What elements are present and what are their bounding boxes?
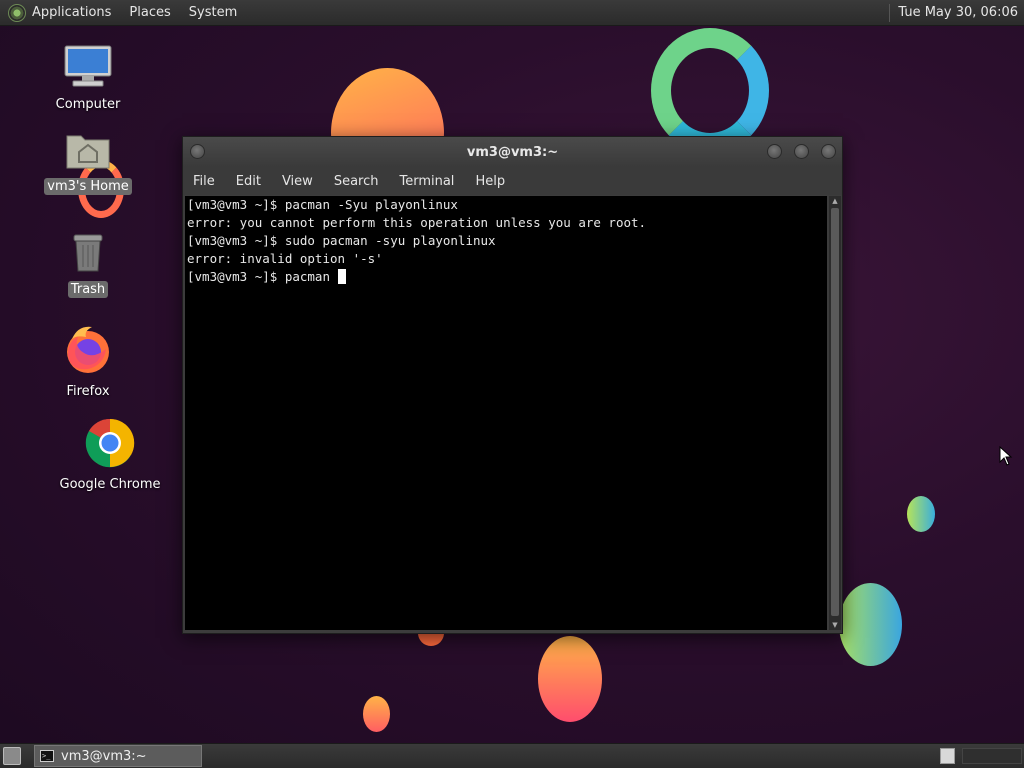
taskbar-window-button[interactable]: >_ vm3@vm3:~ bbox=[34, 745, 202, 767]
terminal-menubar: File Edit View Search Terminal Help bbox=[183, 167, 842, 195]
terminal-output[interactable]: [vm3@vm3 ~]$ pacman -Syu playonlinux err… bbox=[185, 196, 827, 630]
clock[interactable]: Tue May 30, 06:06 bbox=[881, 0, 1024, 25]
terminal-scrollbar[interactable]: ▲ ▼ bbox=[829, 196, 841, 630]
workspace-1-button[interactable] bbox=[940, 748, 955, 764]
mouse-pointer-icon bbox=[999, 446, 1013, 466]
desktop-icon-chrome[interactable]: Google Chrome bbox=[50, 418, 170, 493]
desktop-icon-trash[interactable]: Trash bbox=[28, 229, 148, 298]
desktop-icon-label: Computer bbox=[55, 97, 121, 112]
chrome-icon bbox=[50, 418, 170, 472]
distro-logo-icon[interactable] bbox=[8, 3, 26, 22]
desktop-icon-home[interactable]: vm3's Home bbox=[28, 130, 148, 195]
scroll-up-arrow-icon[interactable]: ▲ bbox=[829, 196, 841, 206]
terminal-window[interactable]: vm3@vm3:~ File Edit View Search Terminal… bbox=[182, 136, 843, 634]
terminal-line: error: you cannot perform this operation… bbox=[187, 215, 647, 230]
desktop-icon-firefox[interactable]: Firefox bbox=[28, 325, 148, 400]
window-title: vm3@vm3:~ bbox=[466, 145, 559, 160]
top-panel: Applications Places System Tue May 30, 0… bbox=[0, 0, 1024, 26]
menu-terminal[interactable]: Terminal bbox=[399, 174, 454, 189]
terminal-line: [vm3@vm3 ~]$ pacman -Syu playonlinux bbox=[187, 197, 458, 212]
scroll-down-arrow-icon[interactable]: ▼ bbox=[829, 620, 841, 630]
terminal-line: error: invalid option '-s' bbox=[187, 251, 383, 266]
text-cursor bbox=[337, 269, 346, 284]
wallpaper-rainbow-ring bbox=[651, 28, 769, 153]
system-menu[interactable]: System bbox=[189, 5, 237, 20]
menu-view[interactable]: View bbox=[282, 174, 313, 189]
wallpaper-teal-blob bbox=[907, 496, 935, 532]
menu-edit[interactable]: Edit bbox=[236, 174, 261, 189]
close-button[interactable] bbox=[821, 144, 836, 159]
places-menu[interactable]: Places bbox=[129, 5, 170, 20]
taskbar-window-label: vm3@vm3:~ bbox=[61, 748, 147, 764]
computer-icon bbox=[28, 44, 148, 92]
menu-file[interactable]: File bbox=[193, 174, 215, 189]
desktop-icon-computer[interactable]: Computer bbox=[28, 44, 148, 113]
clock-text: Tue May 30, 06:06 bbox=[898, 5, 1018, 20]
workspace-2-button[interactable] bbox=[962, 748, 1022, 764]
window-titlebar[interactable]: vm3@vm3:~ bbox=[183, 137, 842, 167]
desktop-icon-label: Trash bbox=[67, 281, 109, 298]
bottom-panel: >_ vm3@vm3:~ bbox=[0, 743, 1024, 768]
minimize-button[interactable] bbox=[767, 144, 782, 159]
scrollbar-thumb[interactable] bbox=[831, 208, 839, 616]
terminal-prompt-line[interactable]: [vm3@vm3 ~]$ pacman bbox=[185, 268, 827, 286]
maximize-button[interactable] bbox=[794, 144, 809, 159]
show-desktop-icon[interactable] bbox=[3, 747, 21, 765]
desktop-icon-label: vm3's Home bbox=[44, 178, 132, 195]
trash-icon bbox=[28, 229, 148, 277]
firefox-icon bbox=[28, 325, 148, 379]
menu-search[interactable]: Search bbox=[334, 174, 379, 189]
menu-help[interactable]: Help bbox=[475, 174, 505, 189]
terminal-prompt-text: [vm3@vm3 ~]$ pacman bbox=[187, 269, 338, 284]
desktop-icon-label: Firefox bbox=[66, 384, 110, 399]
home-folder-icon bbox=[28, 130, 148, 174]
terminal-line: [vm3@vm3 ~]$ sudo pacman -syu playonlinu… bbox=[187, 233, 496, 248]
wallpaper-green-blue-blob bbox=[839, 583, 902, 666]
desktop-icon-label: Google Chrome bbox=[59, 477, 161, 492]
terminal-icon: >_ bbox=[40, 750, 54, 762]
wallpaper-orange-blob-3 bbox=[363, 696, 390, 732]
applications-menu[interactable]: Applications bbox=[32, 5, 111, 20]
wallpaper-orange-blob-2 bbox=[538, 636, 602, 722]
